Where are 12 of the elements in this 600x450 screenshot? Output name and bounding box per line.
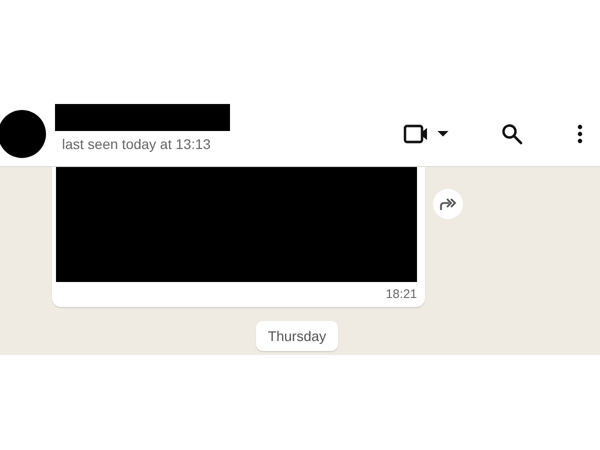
search-icon bbox=[501, 122, 523, 144]
avatar[interactable] bbox=[0, 110, 46, 158]
message-time: 18:21 bbox=[386, 287, 417, 301]
video-camera-icon bbox=[403, 124, 428, 144]
search-button[interactable] bbox=[501, 122, 523, 144]
video-call-button[interactable] bbox=[403, 124, 449, 144]
forward-icon bbox=[439, 197, 457, 211]
menu-icon bbox=[577, 124, 583, 144]
menu-button[interactable] bbox=[577, 124, 583, 144]
last-seen-status: last seen today at 13:13 bbox=[62, 136, 212, 152]
caret-icon bbox=[437, 130, 449, 136]
forward-button[interactable] bbox=[433, 189, 463, 219]
